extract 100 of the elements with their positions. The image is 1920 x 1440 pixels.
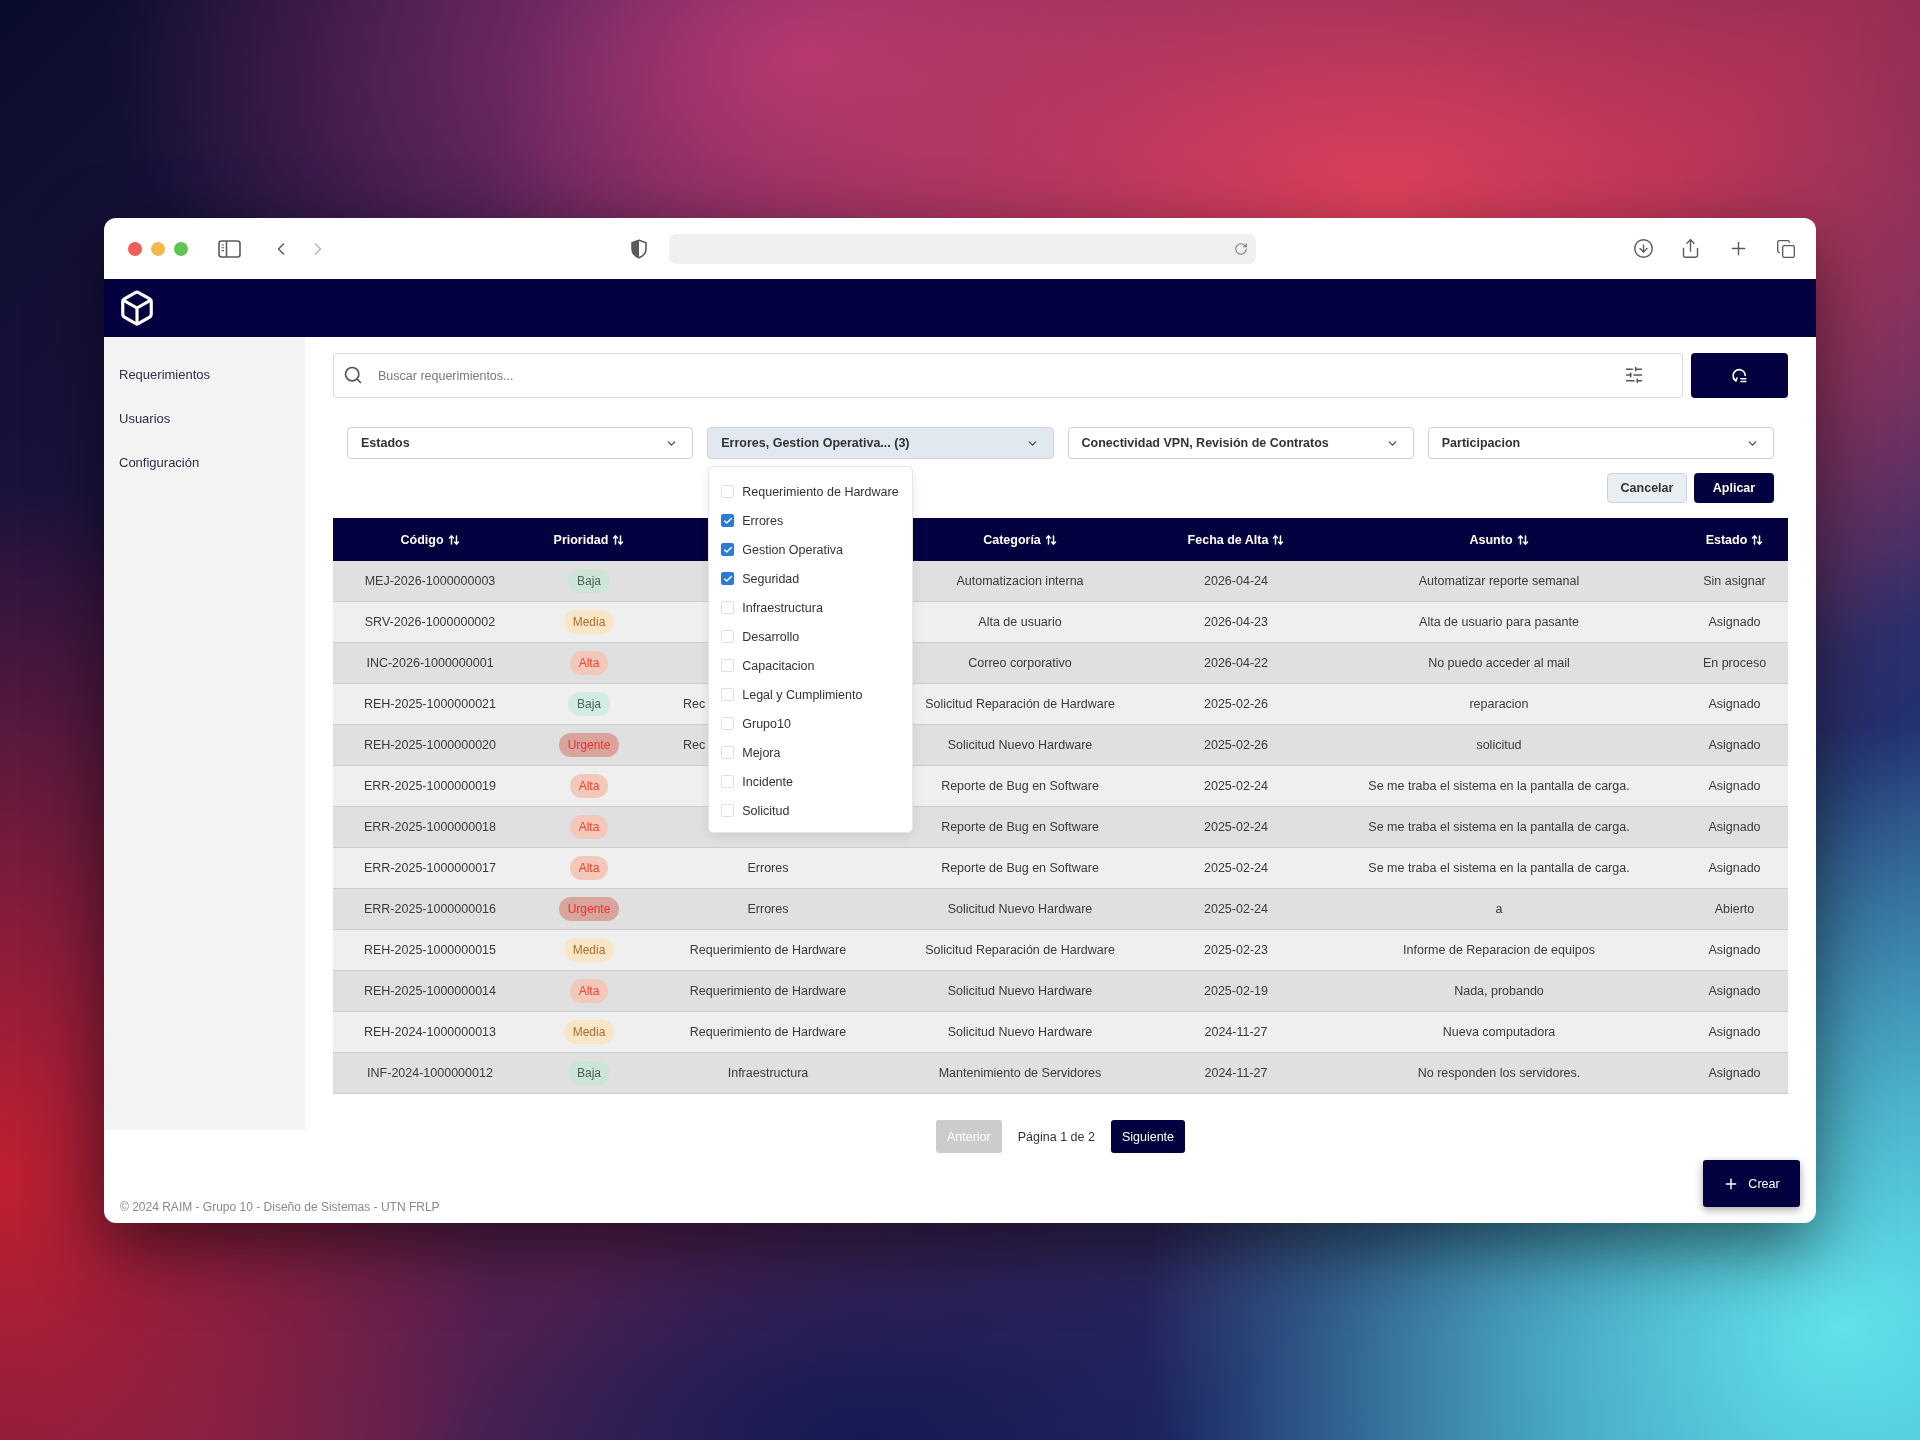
sidebar-item[interactable]: Configuración xyxy=(119,453,200,473)
sort-icon xyxy=(612,533,625,546)
table-cell-text: Sin asignar xyxy=(1702,573,1767,590)
share-icon[interactable] xyxy=(1680,238,1701,259)
sort-icon xyxy=(1751,533,1764,546)
table-cell-text: REH-2025-1000000015 xyxy=(362,942,497,959)
table-cell-text: 2025-02-24 xyxy=(1203,860,1269,877)
priority-tag: Media xyxy=(563,938,615,962)
table-cell-text: Requerimiento de Hardware xyxy=(688,1024,848,1041)
table-cell-text: 2025-02-26 xyxy=(1203,696,1269,713)
sliders-icon[interactable] xyxy=(1624,365,1644,385)
table-cell-text: Infraestructura xyxy=(726,1065,810,1082)
checkbox-option[interactable]: Gestion Operativa xyxy=(709,535,913,564)
table-cell-text: Se me traba el sistema en la pantalla de carga. xyxy=(1367,860,1631,877)
checkbox-option[interactable]: Solicitud xyxy=(709,796,913,825)
column-header[interactable]: Código xyxy=(400,532,460,547)
priority-tag: Urgente xyxy=(558,897,620,921)
table-cell-text: Requerimiento de Hardware xyxy=(688,942,848,959)
sort-icon xyxy=(1272,533,1285,546)
checkbox-option[interactable]: Mejora xyxy=(709,738,913,767)
checkbox-option[interactable]: Requerimiento de Hardware xyxy=(709,477,913,506)
primary-button[interactable]: Aplicar xyxy=(1694,473,1774,503)
checkbox-option[interactable]: Grupo10 xyxy=(709,709,913,738)
next-button[interactable]: Siguiente xyxy=(1110,1120,1186,1153)
table-cell-text: ERR-2025-1000000018 xyxy=(362,819,497,836)
table-cell-text: Reporte de Bug en Software xyxy=(940,778,1100,795)
table-cell-text: Nueva computadora xyxy=(1441,1024,1557,1041)
checkbox[interactable] xyxy=(721,514,735,527)
column-header[interactable]: Fecha de Alta xyxy=(1187,532,1285,547)
cube-icon[interactable] xyxy=(118,289,156,327)
reload-icon[interactable] xyxy=(1234,241,1248,256)
table-cell-text: 2026-04-24 xyxy=(1203,573,1269,590)
filter-dropdown[interactable]: Conectividad VPN, Revisión de Contratos xyxy=(1067,427,1414,459)
column-header[interactable]: Estado xyxy=(1705,532,1764,547)
window-close-icon[interactable] xyxy=(128,241,142,256)
table-cell-text: INC-2026-1000000001 xyxy=(365,655,495,672)
table-cell-text: REH-2025-1000000014 xyxy=(362,983,497,1000)
table-cell-text: REH-2025-1000000020 xyxy=(362,737,497,754)
priority-tag: Media xyxy=(563,610,615,634)
checkbox-option[interactable]: Desarrollo xyxy=(709,622,913,651)
table-cell-text: Alta de usuario para pasante xyxy=(1418,614,1580,631)
filter-dropdown[interactable]: Errores, Gestion Operativa... (3) xyxy=(707,427,1054,459)
table-cell-text: REH-2024-1000000013 xyxy=(362,1024,497,1041)
priority-tag: Alta xyxy=(569,979,609,1003)
checkbox-option[interactable]: Infraestructura xyxy=(709,593,913,622)
table-cell-text: ERR-2025-1000000017 xyxy=(362,860,497,877)
table-cell-text: 2025-02-19 xyxy=(1203,983,1269,1000)
table-cell-text: 2025-02-24 xyxy=(1203,778,1269,795)
checkbox[interactable] xyxy=(721,572,735,585)
search-field[interactable]: Buscar requerimientos... xyxy=(333,353,1683,398)
create-button[interactable]: Crear xyxy=(1703,1160,1800,1207)
table-cell-text: Nada, probando xyxy=(1453,983,1545,1000)
table-cell-text: 2025-02-26 xyxy=(1203,737,1269,754)
table-cell-text: Asignado xyxy=(1707,860,1762,877)
table-cell-text: SRV-2026-1000000002 xyxy=(363,614,497,631)
table-cell-text: 2025-02-23 xyxy=(1203,942,1269,959)
table-cell-text: Solicitud Reparación de Hardware xyxy=(924,696,1116,713)
table-cell-text: Asignado xyxy=(1707,819,1762,836)
checkbox-option[interactable]: Incidente xyxy=(709,767,913,796)
window-zoom-icon[interactable] xyxy=(174,241,188,256)
refresh-button[interactable] xyxy=(1691,353,1788,398)
table-cell-text: a xyxy=(1494,901,1504,918)
priority-tag: Alta xyxy=(569,651,609,675)
priority-tag: Media xyxy=(563,1020,615,1044)
column-header[interactable]: Categoría xyxy=(983,532,1057,547)
table-cell-text: Errores xyxy=(746,860,790,877)
table-cell-text: Solicitud Reparación de Hardware xyxy=(924,942,1116,959)
window-minimize-icon[interactable] xyxy=(151,241,165,256)
table-cell-text: 2024-11-27 xyxy=(1203,1024,1269,1041)
table-cell-text: INF-2024-1000000012 xyxy=(366,1065,494,1082)
column-header[interactable]: Asunto xyxy=(1469,532,1529,547)
checkbox-option[interactable]: Legal y Cumplimiento xyxy=(709,680,913,709)
download-icon[interactable] xyxy=(1633,238,1654,259)
table-cell-text: 2024-11-27 xyxy=(1203,1065,1269,1082)
table-cell-text: Reporte de Bug en Software xyxy=(940,860,1100,877)
tabs-icon[interactable] xyxy=(1776,238,1796,259)
table-cell-text: Asignado xyxy=(1707,737,1762,754)
sidebar-icon[interactable] xyxy=(218,239,241,258)
secondary-button[interactable]: Cancelar xyxy=(1607,473,1687,503)
sidebar-item[interactable]: Usuarios xyxy=(119,409,171,429)
filter-dropdown[interactable]: Estados xyxy=(347,427,694,459)
table-cell-text: Solicitud Nuevo Hardware xyxy=(946,983,1094,1000)
table-cell-text: Solicitud Nuevo Hardware xyxy=(946,1024,1094,1041)
table-cell-text: Automatizar reporte semanal xyxy=(1417,573,1581,590)
checkbox-option[interactable]: Errores xyxy=(709,506,913,535)
priority-tag: Baja xyxy=(568,1061,610,1085)
filter-dropdown[interactable]: Participacion xyxy=(1427,427,1774,459)
shield-icon[interactable] xyxy=(630,238,648,259)
sidebar-item[interactable]: Requerimientos xyxy=(119,365,211,385)
search-icon xyxy=(343,365,363,385)
table-cell-text: Asignado xyxy=(1707,1065,1762,1082)
column-header[interactable]: Prioridad xyxy=(553,532,625,547)
checkbox-option[interactable]: Seguridad xyxy=(709,564,913,593)
table-cell-text: Se me traba el sistema en la pantalla de carga. xyxy=(1367,778,1631,795)
priority-tag: Urgente xyxy=(558,733,620,757)
address-field[interactable] xyxy=(669,233,1256,264)
table-cell-text: Asignado xyxy=(1707,942,1762,959)
checkbox[interactable] xyxy=(721,543,735,556)
table-cell-text: Solicitud Nuevo Hardware xyxy=(946,737,1094,754)
checkbox-option[interactable]: Capacitacion xyxy=(709,651,913,680)
